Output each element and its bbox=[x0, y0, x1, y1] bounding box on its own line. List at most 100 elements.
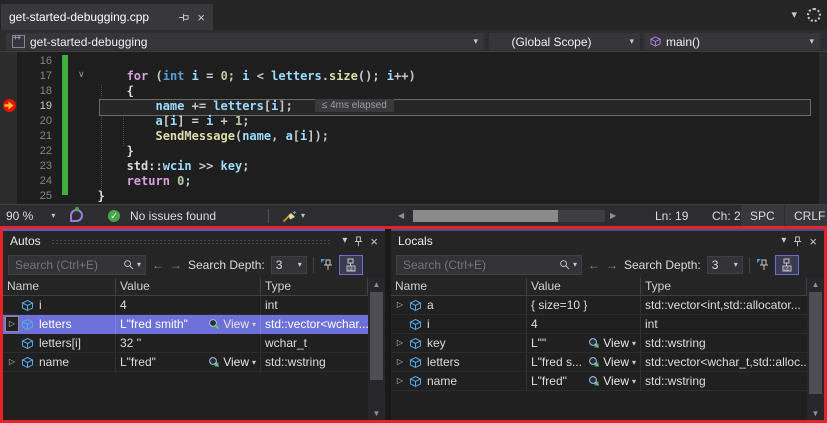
variable-name: i bbox=[39, 298, 42, 312]
variable-value[interactable]: L"" bbox=[531, 336, 588, 350]
document-health-icon[interactable] bbox=[70, 205, 83, 226]
variable-value[interactable]: L"fred" bbox=[120, 355, 208, 369]
column-headers[interactable]: Name Value Type bbox=[391, 278, 807, 296]
view-visualizer-button[interactable]: View▾ bbox=[588, 336, 636, 350]
search-forward-button[interactable]: → bbox=[606, 258, 618, 272]
search-box[interactable]: ▾ bbox=[396, 255, 582, 275]
chevron-down-icon[interactable]: ▾ bbox=[252, 320, 256, 329]
code-line-24[interactable]: 24 return 0; bbox=[0, 174, 827, 189]
scrollbar-thumb[interactable] bbox=[370, 292, 383, 380]
window-position-chevron-icon[interactable]: ▾ bbox=[342, 236, 347, 246]
expand-arrow-icon[interactable]: ▷ bbox=[394, 374, 406, 388]
view-visualizer-button[interactable]: View▾ bbox=[588, 374, 636, 388]
chevron-down-icon[interactable]: ▾ bbox=[632, 339, 636, 348]
close-window-icon[interactable]: × bbox=[809, 235, 817, 248]
horizontal-scrollbar[interactable] bbox=[413, 210, 605, 222]
drag-grip[interactable] bbox=[51, 239, 333, 244]
variable-value[interactable]: { size=10 } bbox=[531, 298, 636, 312]
search-depth-dropdown[interactable]: 3 ▾ bbox=[707, 256, 743, 274]
variable-value[interactable]: 4 bbox=[120, 298, 256, 312]
view-visualizer-button[interactable]: View▾ bbox=[208, 355, 256, 369]
column-headers[interactable]: Name Value Type bbox=[3, 278, 368, 296]
search-input[interactable] bbox=[401, 257, 556, 273]
search-box[interactable]: ▾ bbox=[8, 255, 146, 275]
variable-value[interactable]: L"fred" bbox=[531, 374, 588, 388]
expand-arrow-icon[interactable]: ▷ bbox=[394, 336, 406, 350]
code-line-19[interactable]: 19 name += letters[i];≤ 4ms elapsed bbox=[0, 99, 827, 114]
code-editor[interactable]: ∨ 1617 for (int i = 0; i < letters.size(… bbox=[0, 52, 827, 204]
autos-row-name[interactable]: ▷nameL"fred"View▾std::wstring bbox=[3, 353, 368, 372]
variable-value[interactable]: 4 bbox=[531, 317, 636, 331]
pin-to-source-icon[interactable] bbox=[756, 258, 769, 271]
pin-tab-icon[interactable] bbox=[178, 12, 189, 23]
code-line-20[interactable]: 20 a[i] = i + 1; bbox=[0, 114, 827, 129]
locals-row-name[interactable]: ▷nameL"fred"View▾std::wstring bbox=[391, 372, 807, 391]
view-visualizer-button[interactable]: View▾ bbox=[208, 317, 256, 331]
locals-row-key[interactable]: ▷keyL""View▾std::wstring bbox=[391, 334, 807, 353]
autos-row-letters[i][interactable]: letters[i]32 ''wchar_t bbox=[3, 334, 368, 353]
search-options-chevron-icon[interactable]: ▾ bbox=[137, 260, 141, 269]
search-depth-dropdown[interactable]: 3 ▾ bbox=[271, 256, 307, 274]
document-list-chevron-icon[interactable]: ▾ bbox=[791, 10, 797, 21]
chevron-down-icon[interactable]: ▾ bbox=[252, 358, 256, 367]
document-tab[interactable]: get-started-debugging.cpp × bbox=[1, 4, 213, 30]
line-ending-indicator[interactable]: CRLF bbox=[785, 205, 827, 226]
locals-vertical-scrollbar[interactable]: ▲ ▼ bbox=[807, 278, 824, 420]
search-back-button[interactable]: ← bbox=[152, 258, 164, 272]
variable-icon bbox=[21, 337, 36, 350]
code-line-17[interactable]: 17 for (int i = 0; i < letters.size(); i… bbox=[0, 69, 827, 84]
issues-status[interactable]: ✓ No issues found bbox=[108, 205, 216, 226]
code-cleanup-button[interactable]: ▾ bbox=[282, 205, 305, 226]
view-visualizer-button[interactable]: View▾ bbox=[588, 355, 636, 369]
locals-row-i[interactable]: i4int bbox=[391, 315, 807, 334]
code-line-18[interactable]: 18 { bbox=[0, 84, 827, 99]
scrollbar-thumb[interactable] bbox=[809, 292, 822, 394]
chevron-down-icon[interactable]: ▾ bbox=[632, 358, 636, 367]
code-line-23[interactable]: 23 std::wcin >> key; bbox=[0, 159, 827, 174]
variable-value[interactable]: 32 '' bbox=[120, 336, 256, 350]
settings-gear-icon[interactable] bbox=[807, 8, 821, 22]
pin-to-source-icon[interactable] bbox=[320, 258, 333, 271]
search-input[interactable] bbox=[13, 257, 120, 273]
zoom-dropdown[interactable]: 90 % ▾ bbox=[6, 205, 55, 226]
autos-vertical-scrollbar[interactable]: ▲ ▼ bbox=[368, 278, 385, 420]
variable-value[interactable]: L"fred smith" bbox=[120, 317, 208, 331]
pin-window-icon[interactable] bbox=[792, 236, 803, 247]
code-line-25[interactable]: 25 } bbox=[0, 189, 827, 204]
function-dropdown[interactable]: main() ▾ bbox=[644, 33, 820, 50]
close-window-icon[interactable]: × bbox=[370, 235, 378, 248]
autos-row-i[interactable]: i4int bbox=[3, 296, 368, 315]
code-line-22[interactable]: 22 } bbox=[0, 144, 827, 159]
variable-type: wchar_t bbox=[261, 334, 368, 352]
search-back-button[interactable]: ← bbox=[588, 258, 600, 272]
scrollbar-thumb[interactable] bbox=[413, 210, 558, 222]
code-line-21[interactable]: 21 SendMessage(name, a[i]); bbox=[0, 129, 827, 144]
locals-row-letters[interactable]: ▷lettersL"fred s...View▾std::vector<wcha… bbox=[391, 353, 807, 372]
expand-arrow-icon[interactable]: ▷ bbox=[394, 355, 406, 369]
locals-row-a[interactable]: ▷a{ size=10 }std::vector<int,std::alloca… bbox=[391, 296, 807, 315]
autos-row-letters[interactable]: ▷lettersL"fred smith"View▾std::vector<wc… bbox=[3, 315, 368, 334]
pin-window-icon[interactable] bbox=[353, 236, 364, 247]
window-position-chevron-icon[interactable]: ▾ bbox=[781, 236, 786, 246]
expand-arrow-icon[interactable]: ▷ bbox=[394, 298, 406, 312]
perf-tip[interactable]: ≤ 4ms elapsed bbox=[315, 99, 394, 112]
file-dropdown[interactable]: ++ get-started-debugging ▾ bbox=[6, 33, 484, 50]
autos-title-bar[interactable]: Autos ▾ × bbox=[3, 231, 385, 251]
expand-arrow-icon[interactable]: ▷ bbox=[6, 355, 18, 369]
line-indicator[interactable]: Ln: 19 bbox=[655, 205, 688, 226]
chevron-down-icon[interactable]: ▾ bbox=[632, 377, 636, 386]
format-toggle-button[interactable]: ab bbox=[339, 255, 363, 275]
code-line-16[interactable]: 16 bbox=[0, 54, 827, 69]
editor-vertical-scrollbar[interactable] bbox=[819, 52, 827, 204]
spaces-indicator[interactable]: SPC bbox=[741, 205, 784, 226]
search-forward-button[interactable]: → bbox=[170, 258, 182, 272]
format-toggle-button[interactable]: ab bbox=[775, 255, 799, 275]
scope-dropdown[interactable]: (Global Scope) ▾ bbox=[489, 33, 640, 50]
expand-arrow-icon[interactable]: ▷ bbox=[6, 317, 18, 331]
variable-value[interactable]: L"fred s... bbox=[531, 355, 588, 369]
locals-title-bar[interactable]: Locals ▾ × bbox=[391, 231, 824, 251]
scroll-right-arrow[interactable]: ▶ bbox=[610, 205, 616, 226]
close-tab-icon[interactable]: × bbox=[197, 11, 205, 24]
search-options-chevron-icon[interactable]: ▾ bbox=[573, 260, 577, 269]
scroll-left-arrow[interactable]: ◀ bbox=[398, 205, 404, 226]
